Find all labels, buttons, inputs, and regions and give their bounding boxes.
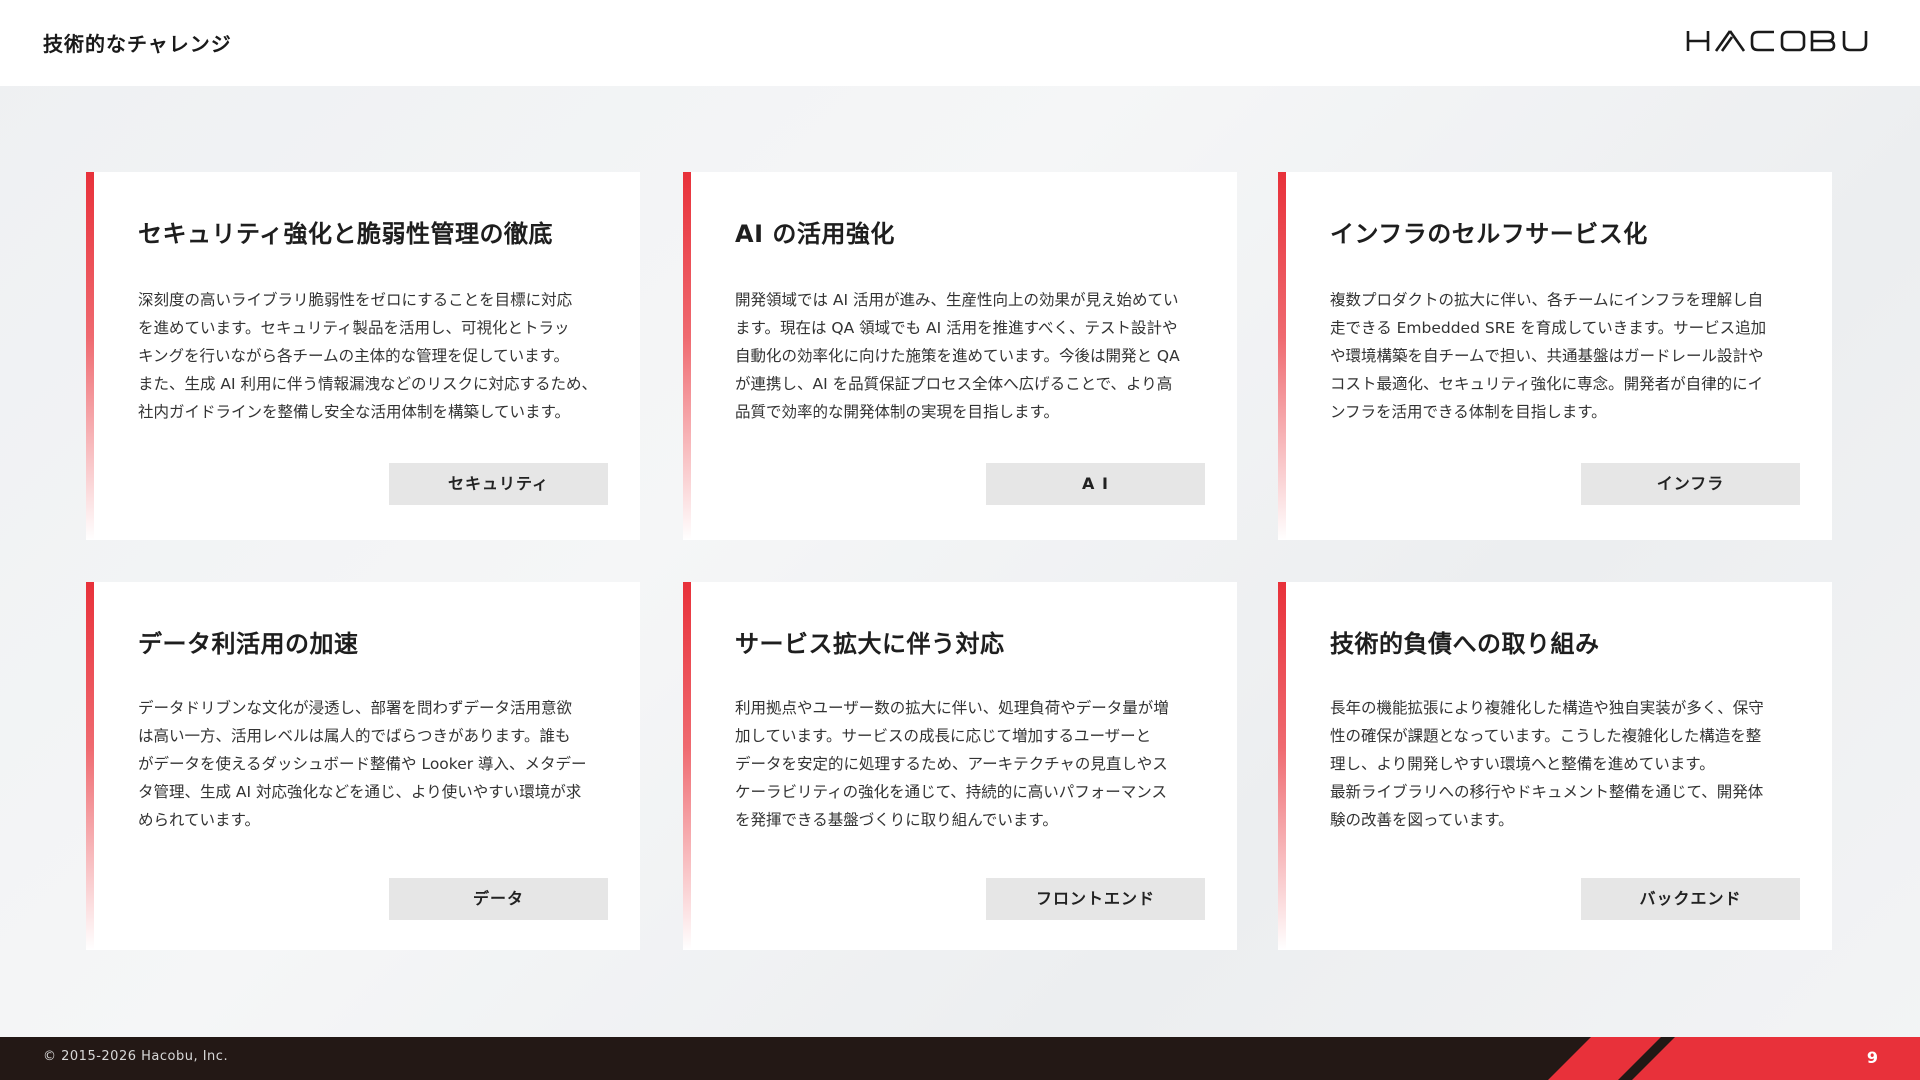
tag-data: データ (389, 878, 608, 920)
card-body-line: がデータを使えるダッシュボード整備や Looker 導入、メタデー (138, 755, 587, 773)
card-body-line: タ管理、生成 AI 対応強化などを通じ、より使いやすい環境が求 (138, 783, 582, 801)
card-body-line: 理し、より開発しやすい環境へと整備を進めています。 (1330, 755, 1715, 773)
card-body-line: 開発領域では AI 活用が進み、生産性向上の効果が見え始めてい (735, 291, 1179, 309)
card-body-line: 社内ガイドラインを整備し安全な活用体制を構築しています。 (138, 403, 570, 421)
card-body-line: 品質で効率的な開発体制の実現を目指します。 (735, 403, 1059, 421)
card-title: セキュリティ強化と脆弱性管理の徹底 (138, 220, 554, 248)
card-title: データ利活用の加速 (138, 630, 359, 658)
card-body-line: ケーラビリティの強化を通じて、持続的に高いパフォーマンス (735, 783, 1167, 801)
card-body-line: を進めています。セキュリティ製品を活用し、可視化とトラッ (138, 319, 570, 337)
card-body-line: 複数プロダクトの拡大に伴い、各チームにインフラを理解し自 (1330, 291, 1764, 309)
tag-security: セキュリティ (389, 463, 608, 505)
copyright: © 2015-2026 Hacobu, Inc. (43, 1049, 229, 1064)
card-body-line: データを安定的に処理するため、アーキテクチャの見直しやス (735, 755, 1168, 773)
tag-frontend: フロントエンド (986, 878, 1205, 920)
card-body-line: は高い一方、活用レベルは属人的でばらつきがあります。誰も (138, 727, 571, 745)
slide-footer: © 2015-2026 Hacobu, Inc. 9 (0, 1037, 1920, 1080)
card-body-line: 加しています。サービスの成長に応じて増加するユーザーと (735, 727, 1152, 745)
card-body-line: 長年の機能拡張により複雑化した構造や独自実装が多く、保守 (1330, 699, 1764, 717)
card-body-line: 験の改善を図っています。 (1330, 811, 1514, 829)
card-body-line: が連携し、AI を品質保証プロセス全体へ広げることで、より高 (735, 375, 1173, 393)
card-body: 深刻度の高いライブラリ脆弱性をゼロにすることを目標に対応 を進めています。セキュ… (138, 286, 608, 426)
card-body: 利用拠点やユーザー数の拡大に伴い、処理負荷やデータ量が増 加しています。サービス… (735, 694, 1205, 834)
card-body-line: や環境構築を自チームで担い、共通基盤はガードレール設計や (1330, 347, 1764, 365)
card-body-line: ンフラを活用できる体制を目指します。 (1330, 403, 1607, 421)
challenge-card-ai: AI の活用強化 開発領域では AI 活用が進み、生産性向上の効果が見え始めてい… (683, 172, 1237, 540)
card-title: サービス拡大に伴う対応 (735, 630, 1005, 658)
card-body-line: データドリブンな文化が浸透し、部署を問わずデータ活用意欲 (138, 699, 573, 717)
card-body-line: 走できる Embedded SRE を育成していきます。サービス追加 (1330, 319, 1767, 337)
challenge-card-security: セキュリティ強化と脆弱性管理の徹底 深刻度の高いライブラリ脆弱性をゼロにすること… (86, 172, 640, 540)
card-body-line: を発揮できる基盤づくりに取り組んでいます。 (735, 811, 1058, 829)
card-body-line: 自動化の効率化に向けた施策を進めています。今後は開発と QA (735, 347, 1180, 365)
card-body-line: キングを行いながら各チームの主体的な管理を促しています。 (138, 347, 570, 365)
card-body-line: 利用拠点やユーザー数の拡大に伴い、処理負荷やデータ量が増 (735, 699, 1169, 717)
challenge-card-data: データ利活用の加速 データドリブンな文化が浸透し、部署を問わずデータ活用意欲 は… (86, 582, 640, 950)
card-body-line: コスト最適化、セキュリティ強化に専念。開発者が自律的にイ (1330, 375, 1764, 393)
tag-infra: インフラ (1581, 463, 1800, 505)
card-body-line: また、生成 AI 利用に伴う情報漏洩などのリスクに対応するため、 (138, 375, 598, 393)
page-title: 技術的なチャレンジ (43, 32, 232, 56)
card-body-line: 最新ライブラリへの移行やドキュメント整備を通じて、開発体 (1330, 783, 1764, 801)
card-title: 技術的負債への取り組み (1330, 630, 1600, 658)
card-body: 複数プロダクトの拡大に伴い、各チームにインフラを理解し自 走できる Embedd… (1330, 286, 1800, 426)
card-title: インフラのセルフサービス化 (1330, 220, 1648, 248)
card-body-line: められています。 (138, 811, 260, 829)
page-number: 9 (1866, 1048, 1878, 1067)
hacobu-logo (1686, 30, 1876, 56)
card-body: 長年の機能拡張により複雑化した構造や独自実装が多く、保守 性の確保が課題となって… (1330, 694, 1800, 834)
challenge-card-tech-debt: 技術的負債への取り組み 長年の機能拡張により複雑化した構造や独自実装が多く、保守… (1278, 582, 1832, 950)
challenge-card-scaling: サービス拡大に伴う対応 利用拠点やユーザー数の拡大に伴い、処理負荷やデータ量が増… (683, 582, 1237, 950)
card-body: データドリブンな文化が浸透し、部署を問わずデータ活用意欲 は高い一方、活用レベル… (138, 694, 608, 834)
card-body-line: 性の確保が課題となっています。こうした複雑化した構造を整 (1330, 727, 1762, 745)
card-title: AI の活用強化 (735, 220, 895, 248)
card-body-line: ます。現在は QA 領域でも AI 活用を推進すべく、テスト設計や (735, 319, 1178, 337)
card-body: 開発領域では AI 活用が進み、生産性向上の効果が見え始めてい ます。現在は Q… (735, 286, 1205, 426)
challenge-card-infra: インフラのセルフサービス化 複数プロダクトの拡大に伴い、各チームにインフラを理解… (1278, 172, 1832, 540)
slide-header: 技術的なチャレンジ (0, 0, 1920, 86)
card-body-line: 深刻度の高いライブラリ脆弱性をゼロにすることを目標に対応 (138, 291, 573, 309)
tag-backend: バックエンド (1581, 878, 1800, 920)
tag-ai: A I (986, 463, 1205, 505)
